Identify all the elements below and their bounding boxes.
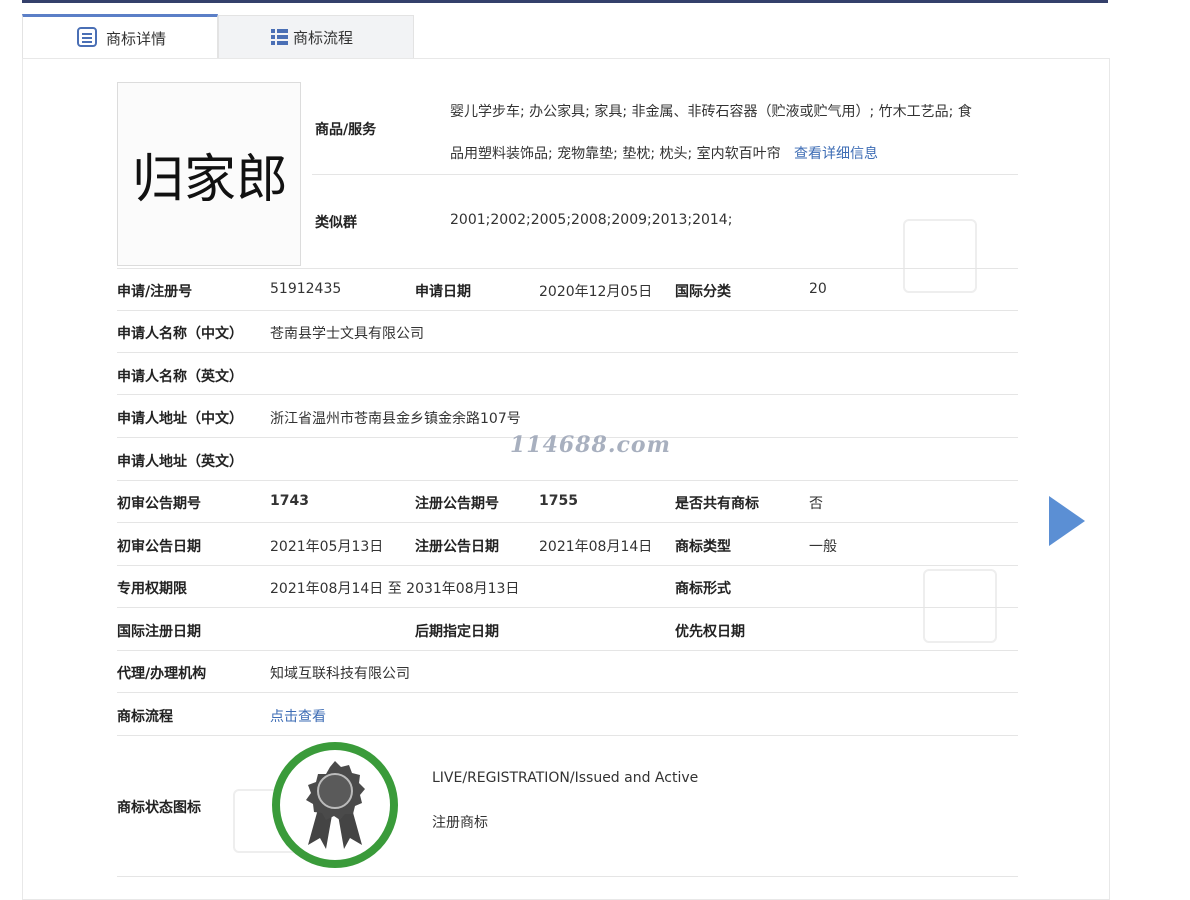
reg-ann-no-value: 1755 [539, 493, 578, 509]
reg-no-label: 申请/注册号 [117, 284, 193, 300]
exclusive-term-label: 专用权期限 [117, 581, 187, 597]
address-cn-label: 申请人地址（中文） [117, 411, 243, 427]
divider [117, 607, 1018, 608]
prelim-no-value: 1743 [270, 493, 309, 509]
reg-ann-no-label: 注册公告期号 [415, 496, 499, 512]
later-date-label: 后期指定日期 [415, 624, 499, 640]
divider [312, 174, 1018, 175]
tab-trademark-details[interactable]: 商标详情 [22, 14, 218, 60]
goods-list: 婴儿学步车; 办公家具; 家具; 非金属、非砖石容器（贮液或贮气用）; 竹木工艺… [450, 91, 1020, 175]
applicant-cn-value: 苍南县学士文具有限公司 [270, 326, 424, 342]
list-detail-icon [77, 27, 97, 51]
goods-label: 商品/服务 [315, 122, 377, 138]
tm-form-label: 商标形式 [675, 581, 731, 597]
shared-value: 否 [809, 496, 823, 512]
divider [117, 650, 1018, 651]
reg-no-value: 51912435 [270, 281, 342, 297]
watermark-stamp [903, 219, 977, 293]
tab-trademark-flow[interactable]: 商标流程 [218, 15, 414, 59]
watermark-stamp [923, 569, 997, 643]
exclusive-term-value: 2021年08月14日 至 2031年08月13日 [270, 581, 520, 597]
divider [117, 352, 1018, 353]
address-en-label: 申请人地址（英文） [117, 454, 243, 470]
divider [117, 565, 1018, 566]
agent-label: 代理/办理机构 [117, 666, 207, 682]
prelim-date-label: 初审公告日期 [117, 539, 201, 555]
status-en-text: LIVE/REGISTRATION/Issued and Active [432, 770, 699, 786]
shared-label: 是否共有商标 [675, 496, 759, 512]
divider [117, 522, 1018, 523]
divider [117, 735, 1018, 736]
goods-line: 婴儿学步车; 办公家具; 家具; 非金属、非砖石容器（贮液或贮气用）; 竹木工艺… [450, 104, 972, 120]
similar-group-label: 类似群 [315, 215, 357, 231]
apply-date-label: 申请日期 [415, 284, 471, 300]
site-watermark: 114688.com [510, 432, 671, 458]
similar-group-value: 2001;2002;2005;2008;2009;2013;2014; [450, 212, 733, 228]
prelim-date-value: 2021年05月13日 [270, 539, 384, 555]
list-grid-icon [271, 29, 288, 49]
divider [117, 876, 1018, 877]
apply-date-value: 2020年12月05日 [539, 284, 653, 300]
divider [117, 480, 1018, 481]
top-border [22, 0, 1108, 3]
trademark-logo: 归家郎 [117, 82, 301, 266]
reg-ann-date-label: 注册公告日期 [415, 539, 499, 555]
divider [117, 692, 1018, 693]
intl-reg-date-label: 国际注册日期 [117, 624, 201, 640]
view-flow-link[interactable]: 点击查看 [270, 706, 326, 726]
agent-value: 知域互联科技有限公司 [270, 666, 410, 682]
tm-type-label: 商标类型 [675, 539, 731, 555]
status-cn-text: 注册商标 [432, 815, 488, 831]
goods-line: 品用塑料装饰品; 宠物靠垫; 垫枕; 枕头; 室内软百叶帘 [450, 146, 781, 162]
next-arrow-icon[interactable] [1049, 496, 1085, 546]
tab-label: 商标流程 [293, 28, 354, 47]
intl-class-value: 20 [809, 281, 827, 297]
status-icon-label: 商标状态图标 [117, 800, 201, 816]
tab-label: 商标详情 [106, 30, 167, 48]
intl-class-label: 国际分类 [675, 284, 731, 300]
reg-ann-date-value: 2021年08月14日 [539, 539, 653, 555]
applicant-en-label: 申请人名称（英文） [117, 369, 243, 385]
applicant-cn-label: 申请人名称（中文） [117, 326, 243, 342]
divider [117, 310, 1018, 311]
address-cn-value: 浙江省温州市苍南县金乡镇金余路107号 [270, 411, 521, 427]
registered-badge-icon [271, 741, 399, 869]
flow-label: 商标流程 [117, 709, 173, 725]
trademark-logo-text: 归家郎 [131, 150, 288, 210]
tm-type-value: 一般 [809, 539, 837, 555]
prelim-no-label: 初审公告期号 [117, 496, 201, 512]
priority-date-label: 优先权日期 [675, 624, 745, 640]
divider [117, 394, 1018, 395]
view-details-link[interactable]: 查看详细信息 [794, 146, 878, 162]
divider [117, 268, 1018, 269]
